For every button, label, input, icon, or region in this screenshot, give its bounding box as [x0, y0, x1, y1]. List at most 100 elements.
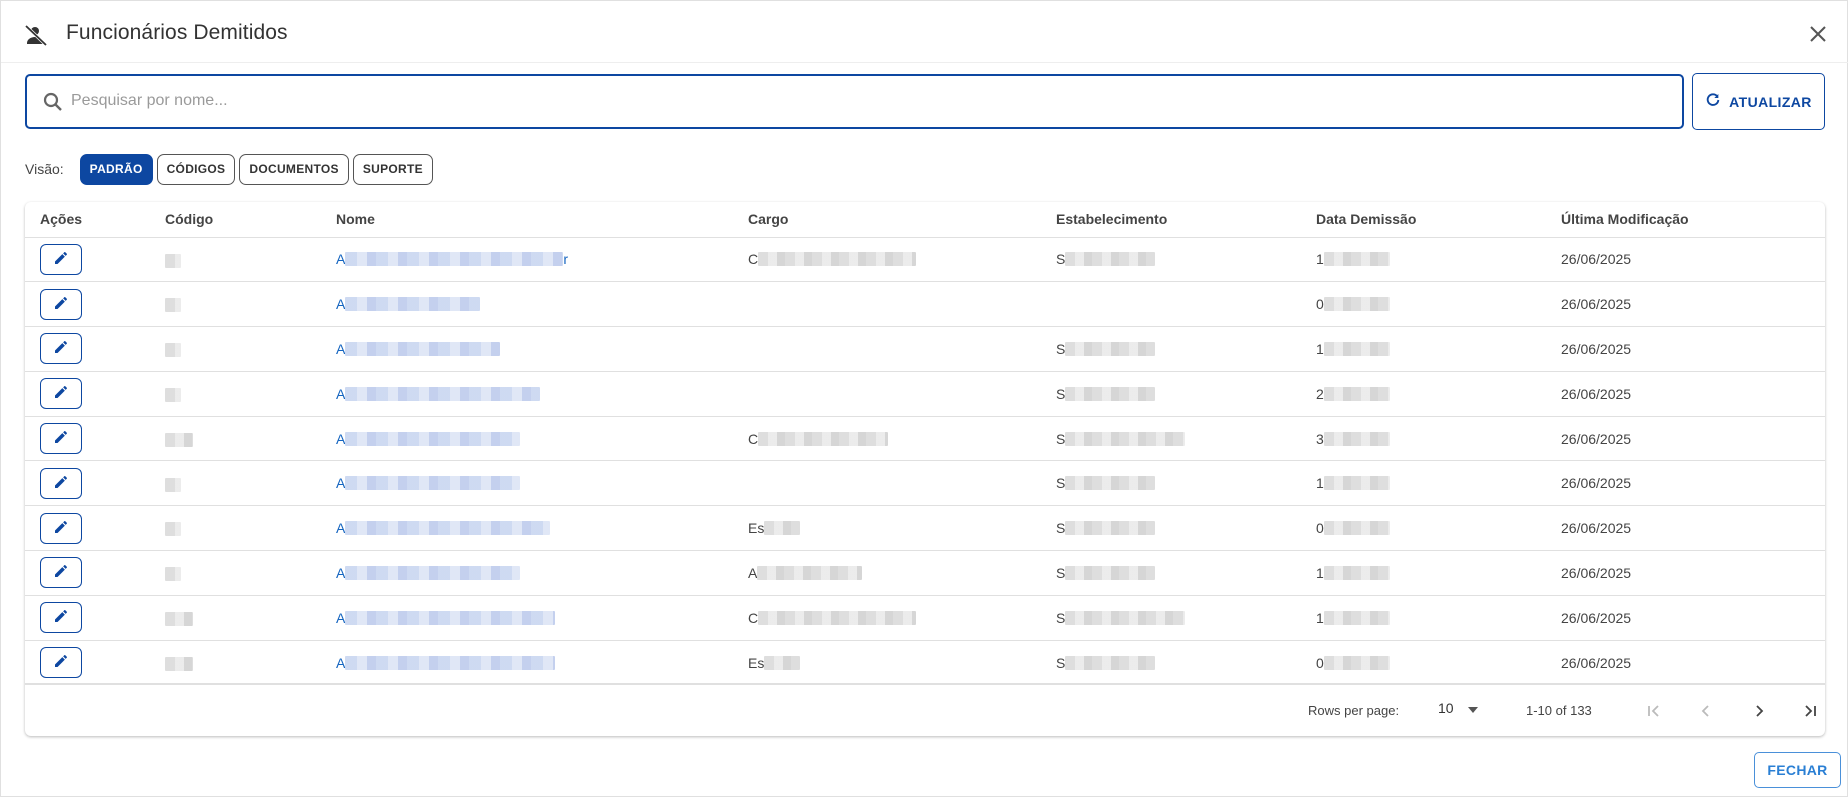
close-icon[interactable]: [1805, 21, 1831, 47]
data-demissao-cell: 1: [1301, 326, 1546, 372]
column-header-codigo[interactable]: Código: [150, 202, 321, 238]
table-row: A Es S 0 26/06/2025: [25, 640, 1825, 686]
estabelecimento-cell: S: [1041, 371, 1301, 417]
cargo-text: Es: [748, 520, 765, 537]
nome-cell[interactable]: A: [321, 505, 733, 552]
column-header-cargo[interactable]: Cargo: [733, 202, 1041, 238]
first-page-icon[interactable]: [1641, 698, 1667, 724]
pencil-icon: [53, 563, 69, 582]
data-demissao-text: 1: [1316, 475, 1324, 492]
edit-button[interactable]: [40, 557, 82, 589]
data-demissao-text: 2: [1316, 385, 1324, 402]
data-demissao-cell: 0: [1301, 505, 1546, 552]
nome-cell[interactable]: Ar: [321, 237, 733, 283]
dialog-header: Funcionários Demitidos: [1, 1, 1848, 63]
search-box: [25, 74, 1684, 129]
employees-table: Ações Código Nome Cargo Estabelecimento …: [25, 202, 1825, 686]
ultima-modificacao-cell: 26/06/2025: [1546, 640, 1825, 686]
close-button[interactable]: FECHAR: [1754, 752, 1841, 788]
pagination-range-label: 1-10 of 133: [1526, 703, 1592, 718]
person-off-icon: [23, 23, 49, 47]
table-row: Ar C S 1 26/06/2025: [25, 237, 1825, 283]
view-label: Visão:: [25, 161, 64, 177]
edit-button[interactable]: [40, 647, 82, 679]
estabelecimento-cell: S: [1041, 460, 1301, 507]
column-header-nome[interactable]: Nome: [321, 202, 733, 238]
search-input[interactable]: [71, 80, 1671, 122]
ultima-modificacao-cell: 26/06/2025: [1546, 550, 1825, 596]
edit-button[interactable]: [40, 288, 82, 320]
pencil-icon: [53, 653, 69, 672]
estabelecimento-text: S: [1056, 609, 1066, 626]
view-chip-padrao[interactable]: PADRÃO: [79, 153, 153, 185]
rows-per-page-select[interactable]: 10: [1438, 700, 1478, 716]
last-page-icon[interactable]: [1797, 698, 1823, 724]
nome-text: A: [336, 475, 346, 492]
data-demissao-text: 1: [1316, 564, 1324, 581]
edit-button[interactable]: [40, 467, 82, 499]
table-row: A 0 26/06/2025: [25, 281, 1825, 328]
pencil-icon: [53, 429, 69, 448]
edit-button[interactable]: [40, 512, 82, 544]
data-demissao-cell: 1: [1301, 237, 1546, 283]
table-row: A S 1 26/06/2025: [25, 326, 1825, 372]
ultima-modificacao-cell: 26/06/2025: [1546, 505, 1825, 552]
codigo-cell: [150, 371, 321, 417]
dropdown-arrow-icon: [1467, 700, 1478, 716]
cargo-cell: [733, 460, 1041, 507]
data-demissao-text: 1: [1316, 251, 1324, 268]
table-row: A C S 1 26/06/2025: [25, 595, 1825, 641]
actions-cell: [25, 416, 150, 462]
estabelecimento-cell: S: [1041, 550, 1301, 596]
data-demissao-text: 0: [1316, 296, 1324, 313]
table-header-row: Ações Código Nome Cargo Estabelecimento …: [25, 202, 1825, 238]
column-header-ultima-modificacao[interactable]: Última Modificação: [1546, 202, 1825, 238]
nome-cell[interactable]: A: [321, 460, 733, 507]
data-demissao-cell: 0: [1301, 281, 1546, 328]
data-demissao-cell: 2: [1301, 371, 1546, 417]
dismissed-employees-dialog: Funcionários Demitidos ATUALIZAR Visão:: [0, 0, 1848, 797]
previous-page-icon[interactable]: [1693, 698, 1719, 724]
cargo-cell: C: [733, 416, 1041, 462]
nome-cell[interactable]: A: [321, 371, 733, 417]
estabelecimento-text: S: [1056, 564, 1066, 581]
edit-button[interactable]: [40, 602, 82, 634]
edit-button[interactable]: [40, 333, 82, 365]
view-selector: Visão: PADRÃO CÓDIGOS DOCUMENTOS SUPORTE: [25, 153, 433, 185]
nome-cell[interactable]: A: [321, 595, 733, 641]
data-demissao-text: 0: [1316, 654, 1324, 671]
nome-cell[interactable]: A: [321, 640, 733, 686]
nome-text: A: [336, 654, 346, 671]
edit-button[interactable]: [40, 243, 82, 275]
nome-cell[interactable]: A: [321, 281, 733, 328]
dialog-title: Funcionários Demitidos: [66, 21, 288, 44]
nome-cell[interactable]: A: [321, 416, 733, 462]
nome-text: A: [336, 520, 346, 537]
edit-button[interactable]: [40, 378, 82, 410]
rows-per-page-value: 10: [1438, 700, 1454, 716]
view-chip-codigos[interactable]: CÓDIGOS: [156, 153, 236, 185]
edit-button[interactable]: [40, 423, 82, 455]
actions-cell: [25, 237, 150, 283]
refresh-button[interactable]: ATUALIZAR: [1692, 73, 1825, 130]
table-body: Ar C S 1 26/06/2025 A 0 26/06/2025 A S 1 26/06/2025…: [25, 237, 1825, 686]
nome-text: A: [336, 251, 346, 268]
nome-cell[interactable]: A: [321, 550, 733, 596]
data-demissao-cell: 1: [1301, 460, 1546, 507]
next-page-icon[interactable]: [1746, 698, 1772, 724]
view-chip-suporte[interactable]: SUPORTE: [352, 153, 433, 185]
column-header-data-demissao[interactable]: Data Demissão: [1301, 202, 1546, 238]
nome-cell[interactable]: A: [321, 326, 733, 372]
table-row: A S 1 26/06/2025: [25, 460, 1825, 507]
actions-cell: [25, 550, 150, 596]
rows-per-page-label: Rows per page:: [1308, 703, 1400, 718]
estabelecimento-text: S: [1056, 520, 1066, 537]
estabelecimento-text: S: [1056, 385, 1066, 402]
refresh-label: ATUALIZAR: [1729, 93, 1812, 110]
column-header-estabelecimento[interactable]: Estabelecimento: [1041, 202, 1301, 238]
estabelecimento-text: S: [1056, 340, 1066, 357]
table-row: A C S 3 26/06/2025: [25, 416, 1825, 462]
table-row: A Es S 0 26/06/2025: [25, 505, 1825, 552]
estabelecimento-text: S: [1056, 251, 1066, 268]
view-chip-documentos[interactable]: DOCUMENTOS: [239, 153, 349, 185]
